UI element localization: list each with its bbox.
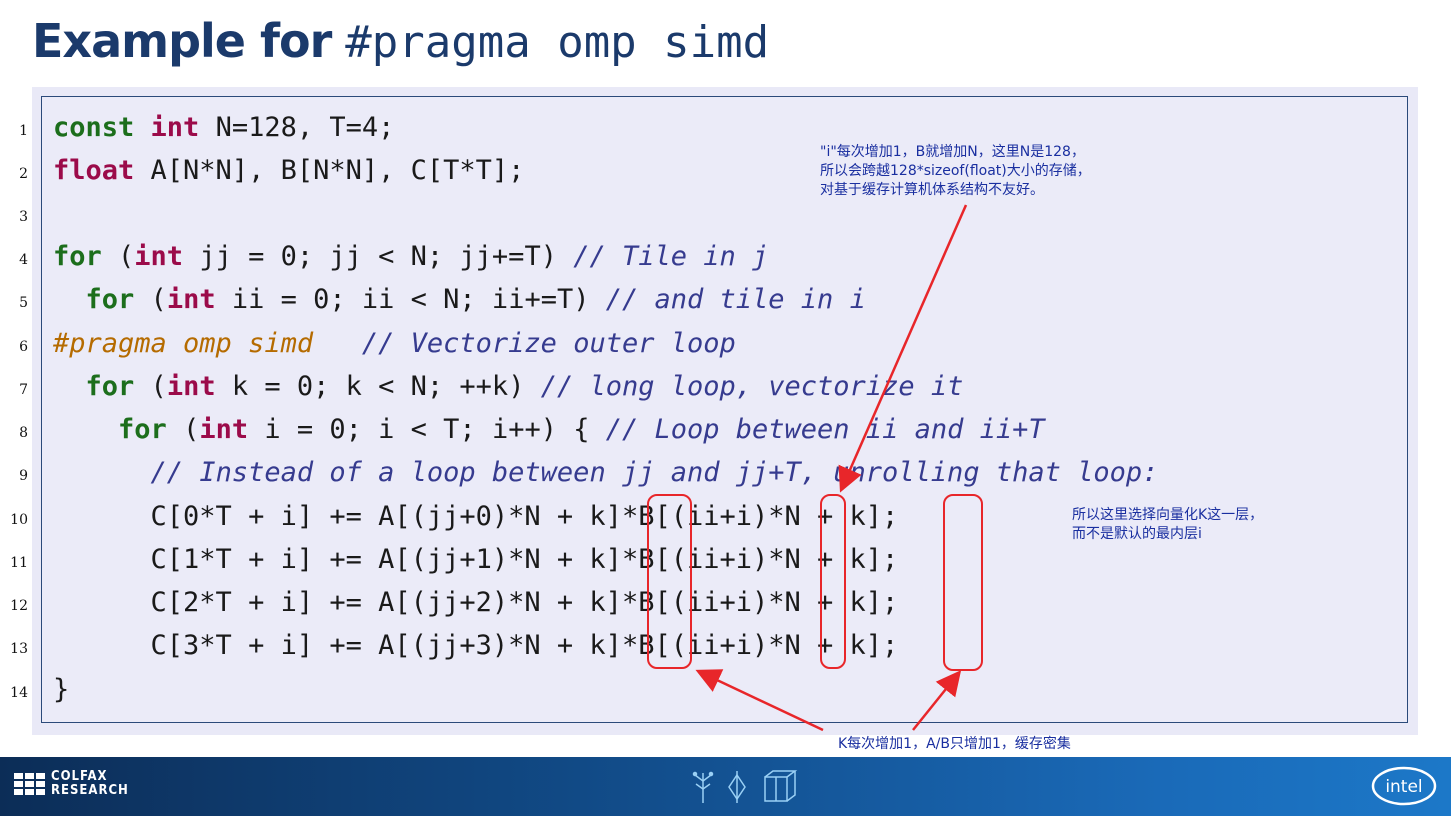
- intel-logo-text: intel: [1385, 777, 1422, 797]
- note-line: 所以会跨越128*sizeof(float)大小的存储，: [820, 163, 1091, 179]
- note-line: 而不是默认的最内层i: [1072, 526, 1202, 542]
- annotation-arrows: [695, 204, 968, 732]
- intel-logo: intel: [1371, 766, 1437, 806]
- annotation-note-cache: K每次增加1，A/B只增加1，缓存密集: [838, 736, 1071, 752]
- colfax-wordmark-line2: RESEARCH: [51, 783, 129, 798]
- note-line: "i"每次增加1，B就增加N，这里N是128，: [820, 144, 1085, 160]
- tree-icon: [692, 771, 714, 803]
- arrow-to-a-k: [695, 669, 824, 732]
- center-icons: [692, 770, 798, 803]
- colfax-grid-icon: [14, 773, 45, 795]
- colfax-wordmark-line1: COLFAX: [51, 769, 108, 784]
- cube-icon: [764, 770, 798, 802]
- colfax-wordmark: COLFAX RESEARCH: [51, 770, 129, 798]
- annotation-note-k: 所以这里选择向量化K这一层， 而不是默认的最内层i: [1072, 506, 1263, 544]
- note-line: 所以这里选择向量化K这一层，: [1072, 507, 1264, 523]
- diamond-icon: [728, 771, 746, 803]
- arrow-to-i: [838, 204, 968, 493]
- slide-footer: COLFAX RESEARCH intel: [0, 757, 1451, 816]
- annotation-note-i: "i"每次增加1，B就增加N，这里N是128， 所以会跨越128*sizeof(…: [820, 143, 1091, 200]
- note-line: 对基于缓存计算机体系结构不友好。: [820, 182, 1044, 198]
- arrow-to-b-k: [912, 670, 962, 731]
- colfax-logo: COLFAX RESEARCH: [14, 770, 129, 798]
